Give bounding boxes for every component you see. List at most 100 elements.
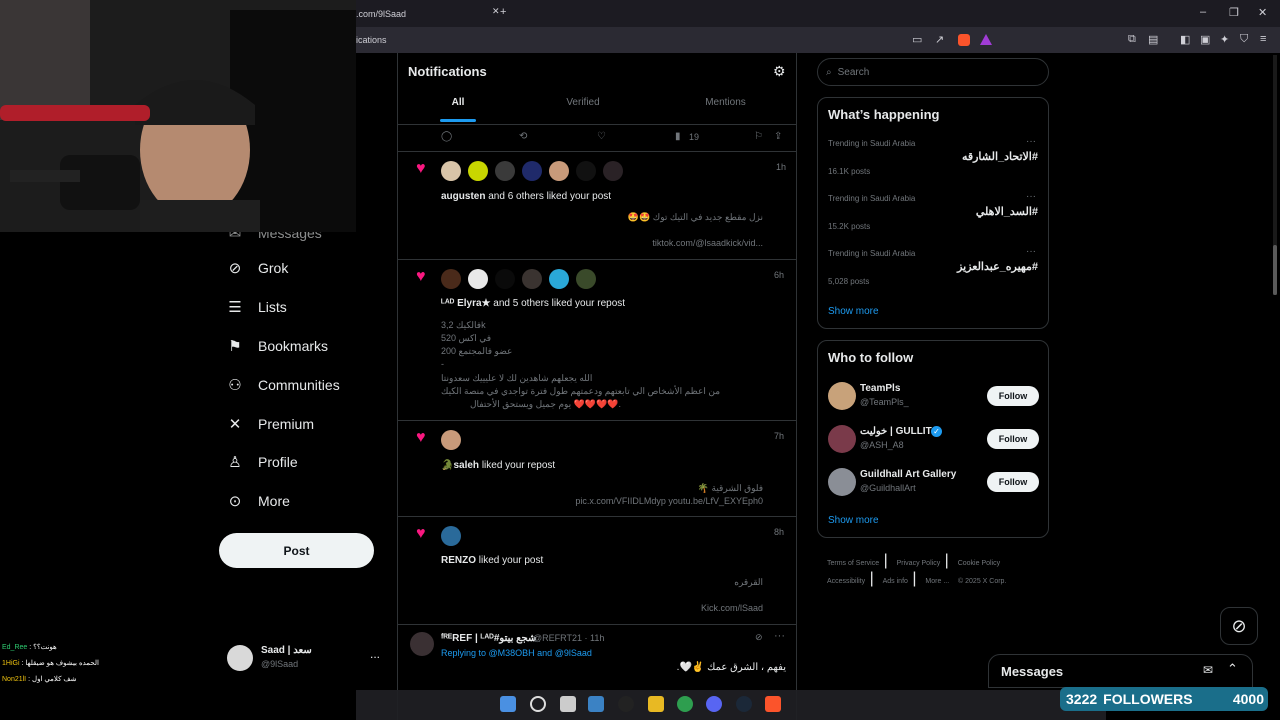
chrome-icon[interactable] — [677, 696, 693, 712]
scrollbar-thumb[interactable] — [1273, 245, 1277, 295]
avatar[interactable] — [828, 425, 856, 453]
expand-icon[interactable]: ⌃ — [1227, 661, 1238, 677]
brave-icon[interactable] — [765, 696, 781, 712]
follow-suggestion[interactable]: TeamPls @TeamPls_ Follow — [818, 379, 1048, 415]
suggestion-name[interactable]: TeamPls — [860, 383, 900, 394]
repost-icon[interactable]: ⟲ — [519, 131, 527, 142]
footer-link[interactable]: Terms of Service — [827, 560, 879, 567]
more-dots-icon[interactable]: ··· — [1026, 191, 1036, 202]
post-link[interactable]: Kick.com/lSaad — [441, 603, 763, 613]
avatar[interactable] — [603, 161, 623, 181]
avatar[interactable] — [468, 161, 488, 181]
notification-item[interactable]: ♥ 6h ᴸᴬᴰ Elyra★ and 5 others liked your … — [398, 261, 796, 421]
tab-url[interactable]: .com/9lSaad — [356, 9, 406, 19]
bookmark-icon[interactable]: ⚐ — [754, 131, 763, 142]
follow-suggestion[interactable]: خوليت | GULLIT ✓ @ASH_A8 Follow — [818, 422, 1048, 458]
footer-link[interactable]: Privacy Policy — [897, 560, 941, 567]
more-dots-icon[interactable]: ··· — [1026, 136, 1036, 147]
notification-item[interactable]: ♥ 8h RENZO liked your post القرقره Kick.… — [398, 518, 796, 625]
cast-icon[interactable]: ▭ — [912, 33, 922, 46]
scrollbar-track[interactable] — [1273, 55, 1277, 295]
sidebar-icon[interactable]: ◧ — [1180, 33, 1190, 46]
account-switcher[interactable]: Saad | سعد @9lSaad ... — [227, 643, 387, 673]
nav-item-more[interactable]: ⊙ More — [226, 481, 290, 520]
rewards-icon[interactable] — [980, 34, 992, 45]
leo-icon[interactable]: ✦ — [1220, 33, 1229, 46]
reply-author[interactable]: ᶠᴿᴱREF | ᴸᴬᴰ#شجع بيتو — [441, 633, 536, 644]
vpn-icon[interactable]: ⛉ — [1240, 33, 1248, 46]
avatar[interactable] — [410, 632, 434, 656]
extensions-icon[interactable]: ⧉ — [1128, 33, 1136, 46]
reply-icon[interactable]: ◯ — [441, 131, 452, 142]
share-icon[interactable]: ↗ — [935, 33, 944, 46]
search-input[interactable]: ⌕ Search — [817, 58, 1049, 86]
avatar[interactable] — [441, 269, 461, 289]
follow-button[interactable]: Follow — [987, 472, 1039, 492]
grok-icon[interactable]: ⊘ — [755, 632, 763, 643]
avatar[interactable] — [441, 161, 461, 181]
reader-icon[interactable]: ▤ — [1148, 33, 1158, 46]
notification-item[interactable]: ♥ 1h augusten and 6 others liked your po… — [398, 153, 796, 260]
search-icon[interactable] — [530, 696, 546, 712]
address-text[interactable]: ications — [356, 35, 387, 45]
trend-item[interactable]: Trending in Saudi Arabia ··· #السد_الاهل… — [818, 191, 1048, 246]
file-explorer-icon[interactable] — [648, 696, 664, 712]
more-dots-icon[interactable]: ... — [370, 647, 380, 661]
nav-item-lists[interactable]: ☰ Lists — [226, 287, 287, 326]
discord-icon[interactable] — [706, 696, 722, 712]
follow-button[interactable]: Follow — [987, 429, 1039, 449]
steam-icon[interactable] — [736, 696, 752, 712]
avatar[interactable] — [522, 161, 542, 181]
avatar[interactable] — [828, 382, 856, 410]
actor-name[interactable]: 🐊saleh — [441, 460, 479, 471]
nav-item-grok[interactable]: ⊘ Grok — [226, 248, 289, 287]
window-close-icon[interactable]: ✕ — [1258, 6, 1267, 19]
wallet-icon[interactable]: ▣ — [1200, 33, 1210, 46]
widgets-icon[interactable] — [588, 696, 604, 712]
post-link[interactable]: pic.x.com/VFIIDLMdyp youtu.be/LfV_EXYEph… — [441, 496, 763, 506]
brave-shield-icon[interactable] — [958, 34, 970, 46]
avatar[interactable] — [549, 161, 569, 181]
avatar[interactable] — [468, 269, 488, 289]
actor-name[interactable]: RENZO — [441, 555, 476, 566]
follow-button[interactable]: Follow — [987, 386, 1039, 406]
post-button[interactable]: Post — [219, 533, 374, 568]
settings-gear-icon[interactable]: ⚙ — [773, 63, 786, 80]
menu-icon[interactable]: ≡ — [1260, 33, 1266, 45]
nav-item-premium[interactable]: ✕ Premium — [226, 404, 314, 443]
windows-start-icon[interactable] — [500, 696, 516, 712]
actor-name[interactable]: augusten — [441, 191, 485, 202]
avatar[interactable] — [828, 468, 856, 496]
tab-mentions[interactable]: Mentions — [698, 97, 753, 123]
share-icon[interactable]: ⇪ — [774, 131, 782, 142]
new-message-icon[interactable]: ✉ — [1203, 663, 1213, 677]
maximize-icon[interactable]: ❐ — [1229, 6, 1239, 19]
tab-verified[interactable]: Verified — [558, 97, 608, 123]
avatar[interactable] — [549, 269, 569, 289]
like-icon[interactable]: ♡ — [597, 131, 606, 142]
nav-item-profile[interactable]: ♙ Profile — [226, 442, 297, 481]
trend-item[interactable]: Trending in Saudi Arabia ··· #مهيره_عبدا… — [818, 246, 1048, 301]
minimize-icon[interactable]: – — [1200, 6, 1206, 18]
notification-item[interactable]: ♥ 7h 🐊saleh liked your repost فلوق الشرق… — [398, 422, 796, 517]
views-icon[interactable]: ▮ — [675, 131, 681, 142]
nav-item-communities[interactable]: ⚇ Communities — [226, 365, 339, 404]
footer-link[interactable]: More ... — [925, 578, 949, 585]
avatar[interactable] — [495, 161, 515, 181]
obs-icon[interactable] — [618, 696, 634, 712]
avatar[interactable] — [576, 269, 596, 289]
follow-suggestion[interactable]: Guildhall Art Gallery @GuildhallArt Foll… — [818, 465, 1048, 501]
avatar[interactable] — [576, 161, 596, 181]
tab-all[interactable]: All — [438, 97, 478, 123]
avatar[interactable] — [441, 430, 461, 450]
post-link[interactable]: tiktok.com/@lsaadkick/vid... — [441, 238, 763, 248]
nav-item-bookmarks[interactable]: ⚑ Bookmarks — [226, 326, 328, 365]
show-more-link[interactable]: Show more — [828, 515, 879, 526]
new-tab-button[interactable]: + — [500, 6, 506, 18]
more-dots-icon[interactable]: ··· — [774, 630, 785, 642]
avatar[interactable] — [522, 269, 542, 289]
trend-item[interactable]: Trending in Saudi Arabia ··· #الاتحاد_ال… — [818, 136, 1048, 191]
suggestion-name[interactable]: خوليت | GULLIT — [860, 426, 932, 437]
footer-link[interactable]: Ads info — [883, 578, 908, 585]
footer-link[interactable]: Cookie Policy — [958, 560, 1000, 567]
